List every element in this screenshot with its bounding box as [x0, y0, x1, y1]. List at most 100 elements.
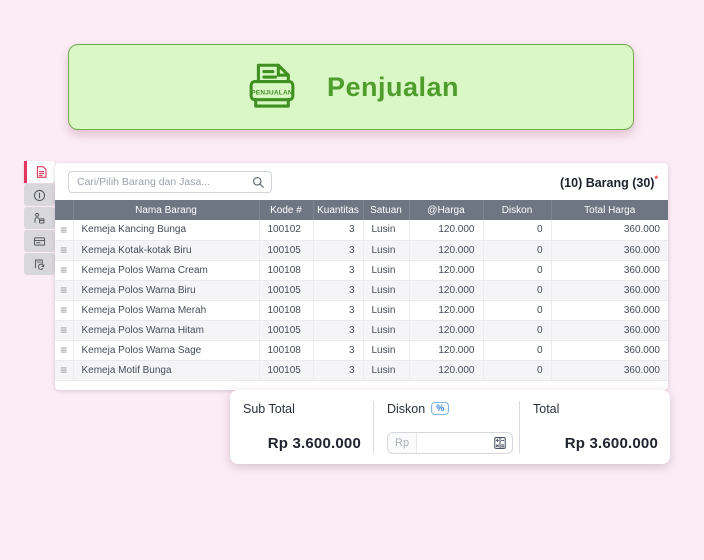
- cell-kode[interactable]: 100108: [259, 260, 314, 281]
- cell-satuan[interactable]: Lusin: [363, 220, 410, 241]
- table-row[interactable]: Kemeja Kotak-kotak Biru 100105 3 Lusin 1…: [55, 240, 668, 261]
- calculator-icon: [494, 437, 506, 449]
- cell-harga[interactable]: 120.000: [409, 360, 484, 381]
- cell-kode[interactable]: 100105: [259, 360, 314, 381]
- cell-diskon[interactable]: 0: [483, 320, 552, 341]
- cell-kode[interactable]: 100108: [259, 300, 314, 321]
- cell-total-harga[interactable]: 360.000: [551, 240, 668, 261]
- table-header-row: Nama Barang Kode # Kuantitas Satuan @Har…: [55, 200, 668, 220]
- page-title: Penjualan: [326, 71, 460, 102]
- subtotal-value: Rp 3.600.000: [267, 435, 361, 452]
- cell-diskon[interactable]: 0: [483, 300, 552, 321]
- cell-kuantitas[interactable]: 3: [313, 320, 364, 341]
- cell-nama-barang[interactable]: Kemeja Polos Warna Sage: [73, 340, 260, 361]
- drag-handle-icon[interactable]: [55, 280, 74, 301]
- table-row[interactable]: Kemeja Polos Warna Biru 100105 3 Lusin 1…: [55, 280, 668, 301]
- rail-item-info[interactable]: [24, 184, 55, 206]
- cell-diskon[interactable]: 0: [483, 360, 552, 381]
- col-kuantitas[interactable]: Kuantitas: [313, 200, 364, 220]
- cell-kuantitas[interactable]: 3: [313, 300, 364, 321]
- cell-total-harga[interactable]: 360.000: [551, 260, 668, 281]
- cell-total-harga[interactable]: 360.000: [551, 280, 668, 301]
- cell-nama-barang[interactable]: Kemeja Kotak-kotak Biru: [73, 240, 260, 261]
- drag-handle-icon[interactable]: [55, 220, 74, 241]
- cell-harga[interactable]: 120.000: [409, 260, 484, 281]
- search-input[interactable]: [77, 176, 252, 188]
- table-row[interactable]: Kemeja Polos Warna Hitam 100105 3 Lusin …: [55, 320, 668, 341]
- cell-satuan[interactable]: Lusin: [363, 260, 410, 281]
- cell-nama-barang[interactable]: Kemeja Polos Warna Merah: [73, 300, 260, 321]
- drag-handle-icon[interactable]: [55, 300, 74, 321]
- drag-handle-icon[interactable]: [55, 320, 74, 341]
- item-count: (10) Barang (30)*: [560, 174, 658, 190]
- cell-harga[interactable]: 120.000: [409, 320, 484, 341]
- cell-diskon[interactable]: 0: [483, 240, 552, 261]
- drag-handle-icon[interactable]: [55, 240, 74, 261]
- rail-item-courier[interactable]: [24, 207, 55, 229]
- cell-kode[interactable]: 100108: [259, 340, 314, 361]
- cell-kuantitas[interactable]: 3: [313, 280, 364, 301]
- cell-total-harga[interactable]: 360.000: [551, 300, 668, 321]
- items-table: Nama Barang Kode # Kuantitas Satuan @Har…: [55, 200, 668, 381]
- cell-nama-barang[interactable]: Kemeja Kancing Bunga: [73, 220, 260, 241]
- cell-total-harga[interactable]: 360.000: [551, 360, 668, 381]
- cell-harga[interactable]: 120.000: [409, 340, 484, 361]
- cell-kuantitas[interactable]: 3: [313, 340, 364, 361]
- cell-diskon[interactable]: 0: [483, 340, 552, 361]
- table-row[interactable]: Kemeja Polos Warna Merah 100108 3 Lusin …: [55, 300, 668, 321]
- percent-badge[interactable]: %: [431, 402, 450, 415]
- rail-item-invoice[interactable]: [24, 161, 55, 183]
- col-total-harga[interactable]: Total Harga: [551, 200, 668, 220]
- cell-kode[interactable]: 100105: [259, 280, 314, 301]
- table-row[interactable]: Kemeja Polos Warna Cream 100108 3 Lusin …: [55, 260, 668, 281]
- col-satuan[interactable]: Satuan: [363, 200, 410, 220]
- cell-harga[interactable]: 120.000: [409, 220, 484, 241]
- col-nama-barang[interactable]: Nama Barang: [73, 200, 260, 220]
- rail-item-card[interactable]: [24, 230, 55, 252]
- cell-nama-barang[interactable]: Kemeja Polos Warna Biru: [73, 280, 260, 301]
- diskon-label-text: Diskon: [387, 402, 426, 416]
- cell-diskon[interactable]: 0: [483, 280, 552, 301]
- cell-total-harga[interactable]: 360.000: [551, 320, 668, 341]
- cell-satuan[interactable]: Lusin: [363, 240, 410, 261]
- cell-total-harga[interactable]: 360.000: [551, 340, 668, 361]
- cell-nama-barang[interactable]: Kemeja Polos Warna Hitam: [73, 320, 260, 341]
- cell-kode[interactable]: 100102: [259, 220, 314, 241]
- rail-item-return[interactable]: [24, 253, 55, 275]
- empty-row-strip: [55, 381, 668, 390]
- cell-satuan[interactable]: Lusin: [363, 300, 410, 321]
- table-row[interactable]: Kemeja Polos Warna Sage 100108 3 Lusin 1…: [55, 340, 668, 361]
- item-search[interactable]: [68, 171, 272, 193]
- drag-handle-icon[interactable]: [55, 360, 74, 381]
- cell-kuantitas[interactable]: 3: [313, 240, 364, 261]
- cell-diskon[interactable]: 0: [483, 220, 552, 241]
- diskon-label: Diskon%: [387, 402, 507, 416]
- cell-satuan[interactable]: Lusin: [363, 280, 410, 301]
- cell-nama-barang[interactable]: Kemeja Polos Warna Cream: [73, 260, 260, 281]
- table-row[interactable]: Kemeja Motif Bunga 100105 3 Lusin 120.00…: [55, 360, 668, 381]
- cell-kuantitas[interactable]: 3: [313, 220, 364, 241]
- cell-diskon[interactable]: 0: [483, 260, 552, 281]
- col-diskon[interactable]: Diskon: [483, 200, 552, 220]
- cell-total-harga[interactable]: 360.000: [551, 220, 668, 241]
- col-harga[interactable]: @Harga: [409, 200, 484, 220]
- subtotal-label: Sub Total: [243, 402, 295, 416]
- cell-harga[interactable]: 120.000: [409, 300, 484, 321]
- cell-kode[interactable]: 100105: [259, 320, 314, 341]
- cell-kode[interactable]: 100105: [259, 240, 314, 261]
- cell-kuantitas[interactable]: 3: [313, 360, 364, 381]
- drag-handle-icon[interactable]: [55, 340, 74, 361]
- table-row[interactable]: Kemeja Kancing Bunga 100102 3 Lusin 120.…: [55, 220, 668, 241]
- card-icon: [33, 236, 46, 246]
- cell-satuan[interactable]: Lusin: [363, 320, 410, 341]
- drag-handle-icon[interactable]: [55, 260, 74, 281]
- cell-harga[interactable]: 120.000: [409, 240, 484, 261]
- cell-nama-barang[interactable]: Kemeja Motif Bunga: [73, 360, 260, 381]
- cell-satuan[interactable]: Lusin: [363, 360, 410, 381]
- col-kode[interactable]: Kode #: [259, 200, 314, 220]
- calculator-button[interactable]: [488, 436, 512, 450]
- cell-kuantitas[interactable]: 3: [313, 260, 364, 281]
- cell-harga[interactable]: 120.000: [409, 280, 484, 301]
- diskon-input[interactable]: [417, 437, 488, 449]
- cell-satuan[interactable]: Lusin: [363, 340, 410, 361]
